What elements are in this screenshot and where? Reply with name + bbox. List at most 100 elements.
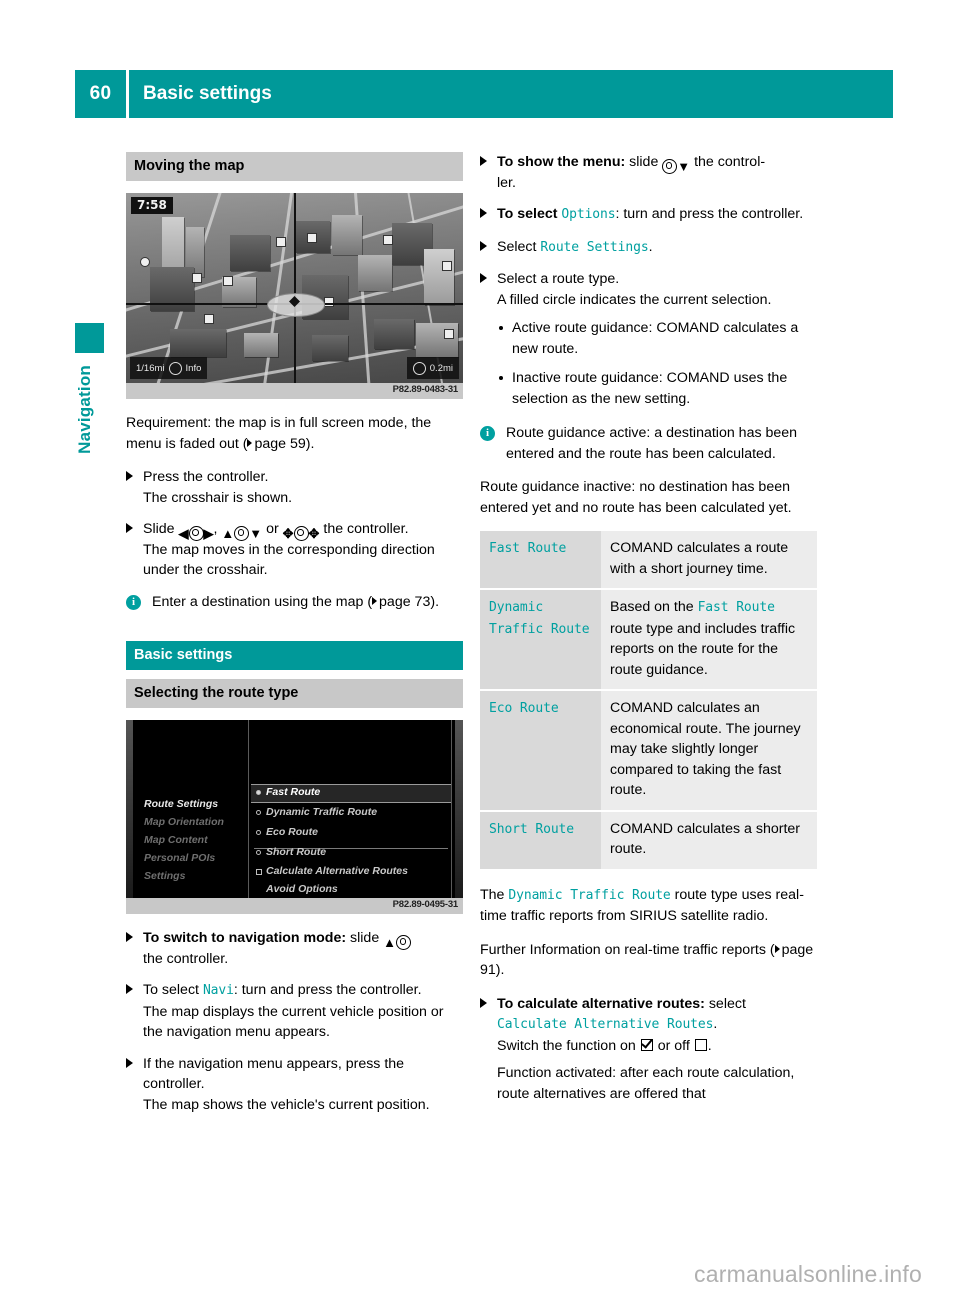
step-arrow-icon <box>480 997 487 1008</box>
map-building <box>424 249 454 305</box>
step-select-options: To select Options: turn and press the co… <box>480 204 817 226</box>
menu-item-map-content[interactable]: Map Content <box>144 834 208 846</box>
step-slide-prefix: Slide <box>143 521 179 537</box>
step-switch-function-after: . <box>707 1037 712 1054</box>
menu-item-personal-pois[interactable]: Personal POIs <box>144 852 215 864</box>
controller-left-right-icon: ◀ ▶ <box>178 525 214 541</box>
page-ref-arrow-icon <box>247 438 253 447</box>
menu-radio-short-route[interactable] <box>256 850 261 855</box>
map-building <box>170 329 226 357</box>
menu-radio-eco-route[interactable] <box>256 830 261 835</box>
step-select-route-settings-term: Route Settings <box>540 239 649 255</box>
step-select-navi-after: : turn and press the controller. <box>233 982 422 998</box>
map-scale-left-label: 1/16mi <box>136 362 165 374</box>
menu-checkbox-calculate-alternative-routes[interactable] <box>256 869 262 875</box>
map-poi-marker <box>444 329 454 339</box>
step-select-options-before: To select <box>497 206 562 222</box>
figure-map-fullscreen: 7:58 1/16mi Info 0.2mi P82.89-0483-31 <box>126 193 463 399</box>
step-select-options-term: Options <box>561 207 616 222</box>
step-select-navi-result: The map displays the current vehicle pos… <box>143 1003 444 1041</box>
step-arrow-icon <box>480 273 487 283</box>
step-switch-navigation-mode: To switch to navigation mode: slide ▲ th… <box>126 928 463 969</box>
paragraph-dynamic-traffic-route: The Dynamic Traffic Route route type use… <box>480 885 817 927</box>
step-arrow-icon <box>126 1057 133 1068</box>
left-column: Moving the map 7:58 1/16mi Info 0.2mi P8… <box>126 152 463 1126</box>
note-enter-destination: i Enter a destination using the map (pag… <box>126 592 463 613</box>
menu-item-calculate-alternative-routes[interactable]: Calculate Alternative Routes <box>266 865 408 877</box>
table-cell-desc: COMAND calculates a shorter route. <box>601 810 817 871</box>
map-poi-marker <box>307 233 317 243</box>
step-select-route-type: Select a route type. A filled circle ind… <box>480 269 817 310</box>
menu-item-fast-route[interactable]: Fast Route <box>266 786 320 798</box>
menu-item-dynamic-traffic-route[interactable]: Dynamic Traffic Route <box>266 806 377 818</box>
note-text-before: Enter a destination using the map ( <box>152 593 373 610</box>
step-arrow-icon <box>480 240 487 251</box>
page-ref-arrow-icon <box>372 596 378 605</box>
step-select-route-settings-after: . <box>648 238 653 255</box>
figure-route-settings-menu: Route Settings Map Orientation Map Conte… <box>126 720 463 914</box>
step-calc-alt-bold: To calculate alternative routes: <box>497 995 705 1012</box>
route-type-desc-part: route type and includes traffic reports … <box>610 620 796 678</box>
section-tab: Navigation <box>75 323 104 454</box>
step-calc-alt-term: Calculate Alternative Routes <box>497 1017 714 1032</box>
step-arrow-icon <box>480 208 487 218</box>
menu-item-short-route[interactable]: Short Route <box>266 846 326 858</box>
subbullet-active-text: Active route guidance: COMAND calculates… <box>512 320 799 357</box>
table-cell-desc: COMAND calculates an economical route. T… <box>601 690 817 812</box>
route-type-term: Dynamic Traffic Route <box>489 600 590 637</box>
map-poi-marker <box>223 276 233 286</box>
table-row: Fast Route COMAND calculates a route wit… <box>480 531 817 590</box>
menu-item-settings[interactable]: Settings <box>144 870 185 882</box>
menu-item-map-orientation[interactable]: Map Orientation <box>144 816 224 828</box>
comand-menu-screenshot: Route Settings Map Orientation Map Conte… <box>126 720 463 898</box>
step-switch-nav-mode-after: the controller. <box>143 950 229 967</box>
compass-icon <box>168 361 182 375</box>
note-text-after: ). <box>430 593 440 610</box>
menu-item-avoid-options[interactable]: Avoid Options <box>266 883 338 895</box>
step-nav-menu-appears: If the navigation menu appears, press th… <box>126 1054 463 1116</box>
step-select-route-settings-before: Select <box>497 238 541 255</box>
menu-right-edge <box>455 720 463 898</box>
step-arrow-icon <box>126 984 133 994</box>
requirement-paragraph: Requirement: the map is in full screen m… <box>126 413 463 454</box>
map-building <box>358 255 392 291</box>
menu-item-eco-route[interactable]: Eco Route <box>266 826 318 838</box>
map-poi-marker <box>192 273 202 283</box>
page-ref-arrow-icon <box>774 944 780 953</box>
checkbox-unchecked-icon <box>694 1038 707 1051</box>
step-select-navi-term: Navi <box>202 983 234 998</box>
page-title: Basic settings <box>129 70 893 118</box>
step-function-activated: Function activated: after each route cal… <box>497 1065 795 1102</box>
step-press-controller-result: The crosshair is shown. <box>143 489 293 506</box>
route-type-term: Fast Route <box>489 541 567 556</box>
table-cell-desc: COMAND calculates a route with a short j… <box>601 531 817 590</box>
controller-diagonal-icon: ✥ ✥ <box>282 525 320 541</box>
bullet-dot-icon <box>499 376 503 380</box>
step-nav-menu-appears-text: If the navigation menu appears, press th… <box>143 1055 405 1093</box>
table-row: Eco Route COMAND calculates an economica… <box>480 690 817 812</box>
map-poi-marker <box>442 261 452 271</box>
map-poi-marker <box>324 297 334 307</box>
site-watermark: carmanualsonline.info <box>694 1261 922 1287</box>
step-select-options-after: : turn and press the controller. <box>615 206 804 222</box>
menu-radio-fast-route[interactable] <box>256 790 261 795</box>
step-calc-alt-period: . <box>713 1016 718 1032</box>
route-type-desc: COMAND calculates a shorter route. <box>610 820 801 858</box>
menu-item-route-settings[interactable]: Route Settings <box>144 798 218 810</box>
step-calc-alt-text: select <box>704 995 746 1012</box>
step-nav-menu-result: The map shows the vehicle's current posi… <box>143 1096 430 1113</box>
section-tab-label: Navigation <box>75 365 94 454</box>
menu-radio-dynamic-traffic-route[interactable] <box>256 810 261 815</box>
map-info-label: Info <box>185 362 202 374</box>
para-dynamic-term: Dynamic Traffic Route <box>508 887 671 903</box>
subbullet-active-route-guidance: Active route guidance: COMAND calculates… <box>497 318 817 359</box>
note-route-guidance: i Route guidance active: a destination h… <box>480 423 817 518</box>
paragraph-further-information: Further Information on real-time traffic… <box>480 940 817 981</box>
info-icon: i <box>480 426 495 441</box>
heading-selecting-route-type: Selecting the route type <box>126 679 463 708</box>
step-switch-nav-mode-bold: To switch to navigation mode: <box>143 930 347 946</box>
compass-icon <box>412 361 426 375</box>
map-screenshot: 7:58 1/16mi Info 0.2mi <box>126 193 463 383</box>
route-type-desc-part: Based on the <box>610 599 698 615</box>
